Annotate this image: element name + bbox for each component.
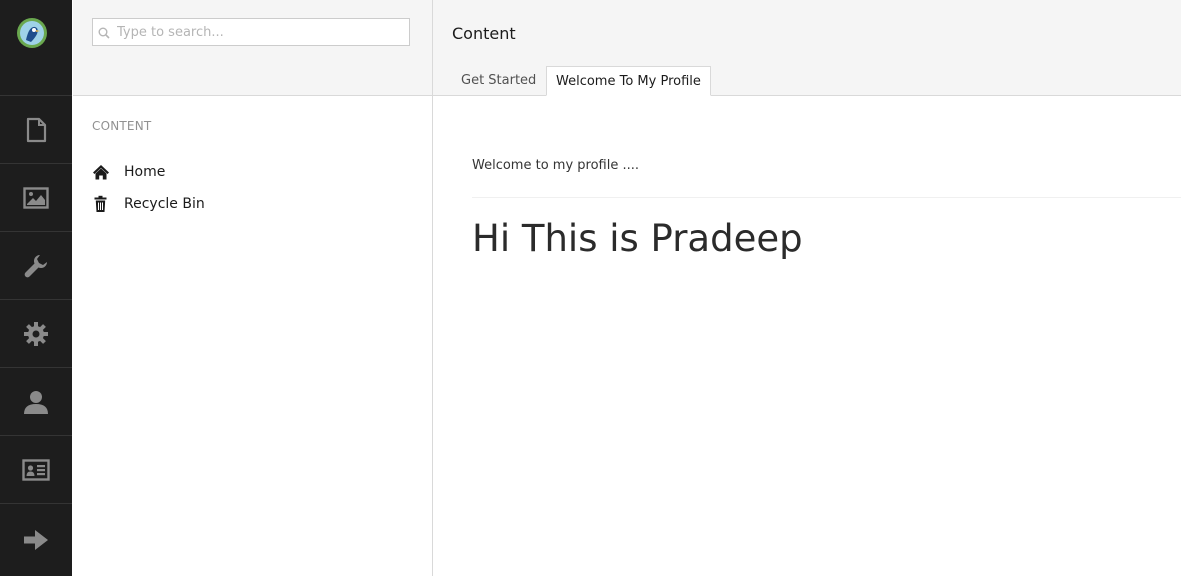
intro-text: Welcome to my profile ....: [472, 158, 639, 173]
tree-item-label: Home: [124, 164, 166, 180]
gear-icon: [24, 321, 48, 346]
media-section[interactable]: [0, 163, 72, 231]
tree-section-title: CONTENT: [92, 119, 152, 133]
document-icon: [26, 117, 47, 142]
profile-heading: Hi This is Pradeep: [472, 217, 803, 260]
tree-item-home[interactable]: Home: [92, 161, 165, 183]
settings-section[interactable]: [0, 299, 72, 367]
members-section[interactable]: [0, 435, 72, 503]
home-icon: [92, 164, 112, 180]
tree-item-recycle-bin[interactable]: Recycle Bin: [92, 193, 205, 215]
divider: [472, 197, 1181, 198]
users-section[interactable]: [0, 367, 72, 435]
tab-welcome-to-my-profile[interactable]: Welcome To My Profile: [546, 66, 711, 96]
search-input[interactable]: [117, 21, 407, 43]
forms-section[interactable]: [0, 503, 72, 576]
content-section[interactable]: [0, 95, 72, 163]
trash-icon: [92, 195, 112, 213]
user-icon: [24, 390, 48, 414]
section-bar: [0, 0, 72, 576]
wrench-icon: [24, 254, 48, 277]
avatar[interactable]: [17, 18, 47, 48]
tree-header: [73, 0, 432, 96]
page-title: Content: [452, 24, 516, 43]
arrow-right-icon: [24, 530, 48, 550]
tab-get-started[interactable]: Get Started: [452, 66, 545, 95]
developer-section[interactable]: [0, 231, 72, 299]
app-window: CONTENT Home Recycl: [0, 0, 1181, 576]
image-icon: [23, 186, 49, 209]
id-card-icon: [22, 458, 50, 481]
editor-panel: Content Get Started Welcome To My Profil…: [433, 0, 1181, 576]
tree-item-label: Recycle Bin: [124, 196, 205, 212]
editor-header: Content Get Started Welcome To My Profil…: [433, 0, 1181, 96]
search-box[interactable]: [92, 18, 410, 46]
tree-panel: CONTENT Home Recycl: [73, 0, 433, 576]
search-icon: [98, 27, 110, 39]
